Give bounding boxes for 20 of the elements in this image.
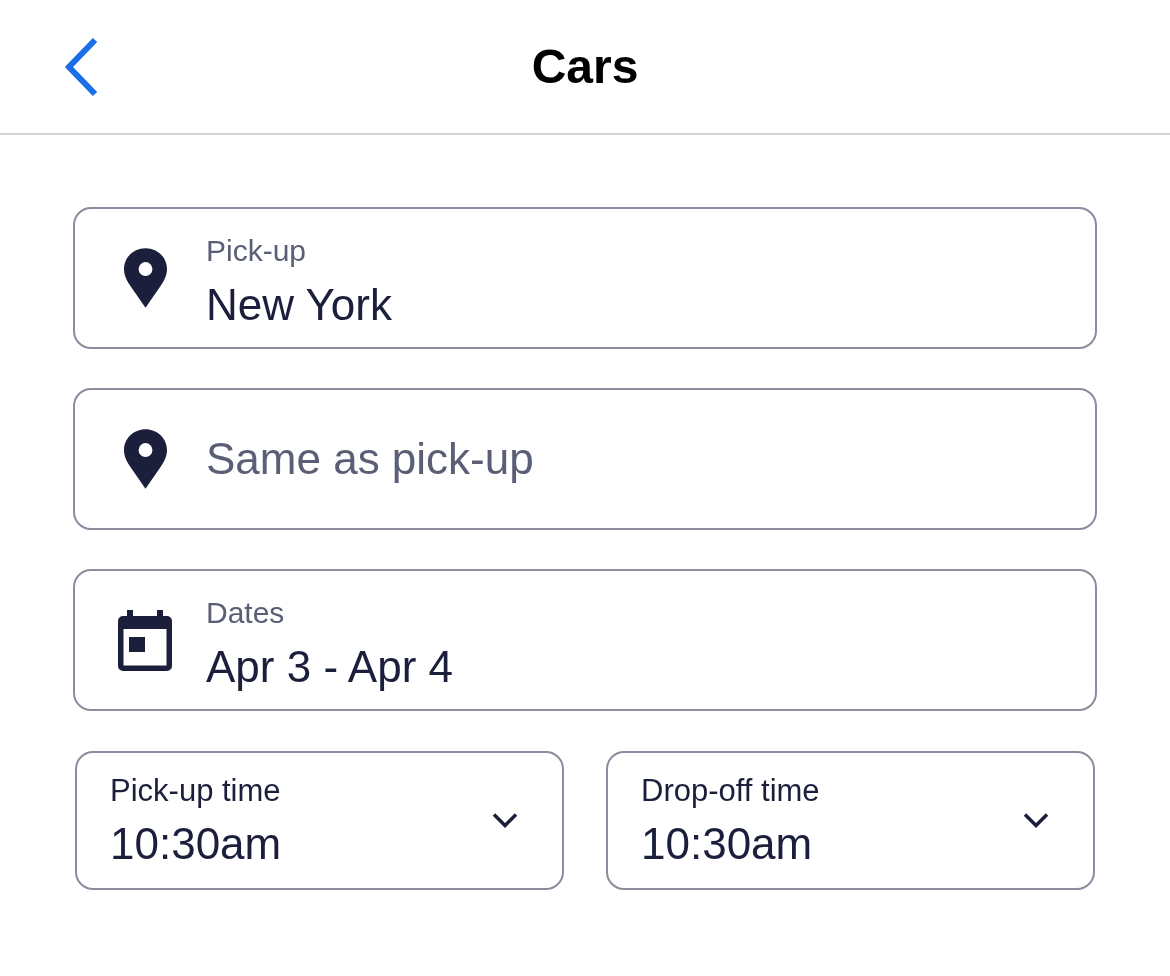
chevron-down-icon (1023, 812, 1049, 829)
location-field[interactable]: Same as pick-up (73, 388, 1097, 530)
field-value: Apr 3 - Apr 4 (206, 641, 453, 693)
map-pin-icon (124, 429, 167, 489)
date-field[interactable]: Dates Apr 3 - Apr 4 (73, 569, 1097, 711)
page-title: Cars (531, 38, 639, 95)
time-dropdown[interactable]: Drop-off time 10:30am (606, 751, 1095, 890)
dropdown-label: Pick-up time (110, 771, 281, 809)
field-label: Dates (206, 594, 285, 631)
field-value: New York (206, 279, 392, 331)
field-label: Pick-up (206, 232, 307, 269)
location-field[interactable]: Pick-up New York (73, 207, 1097, 349)
dropdown-label: Drop-off time (641, 771, 820, 809)
chevron-left-icon (65, 36, 99, 97)
map-pin-icon (123, 248, 167, 308)
time-value: 10:30am (641, 818, 813, 870)
time-dropdown[interactable]: Pick-up time 10:30am (75, 751, 564, 890)
time-value: 10:30am (110, 818, 282, 870)
chevron-down-icon (492, 812, 518, 829)
calendar-icon (118, 609, 172, 671)
